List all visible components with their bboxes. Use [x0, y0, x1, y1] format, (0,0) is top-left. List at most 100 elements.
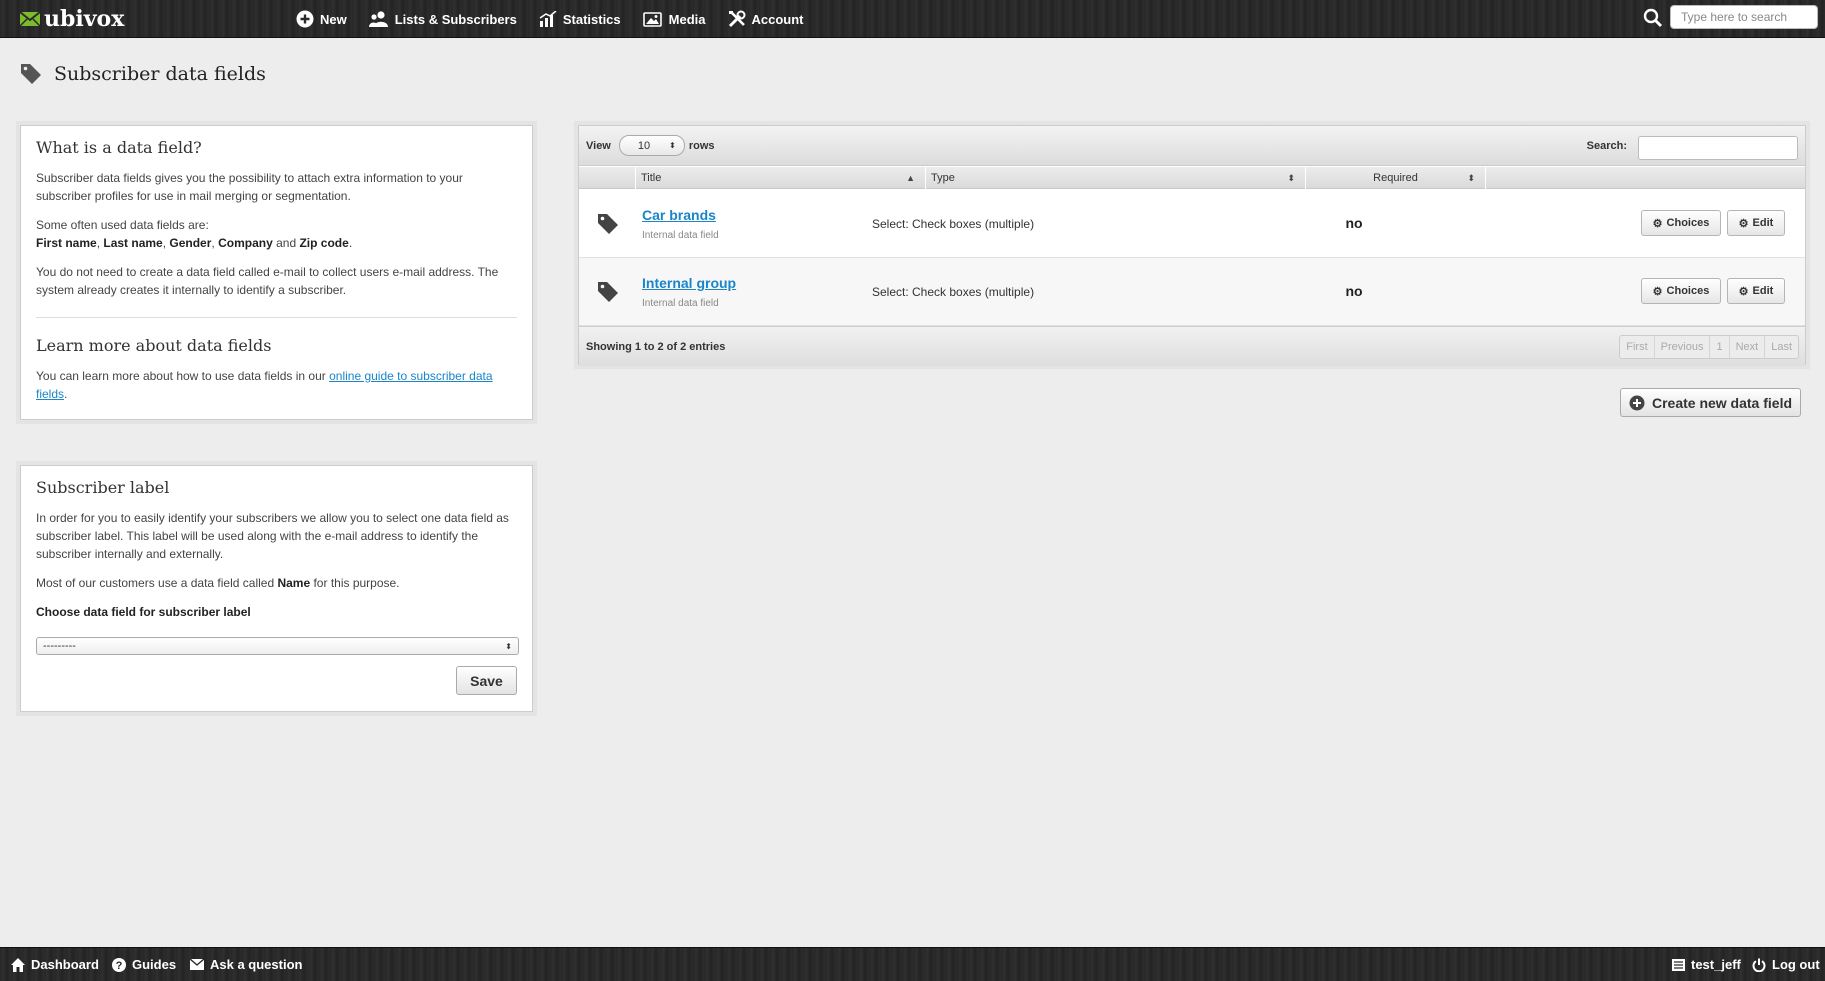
- footer-logout-label: Log out: [1772, 957, 1820, 972]
- pager-previous[interactable]: Previous: [1655, 336, 1711, 358]
- row-subtitle: Internal data field: [642, 230, 719, 241]
- info-paragraph-1: Subscriber data fields gives you the pos…: [36, 171, 463, 203]
- subscriber-label-select[interactable]: --------- ⬍: [36, 637, 519, 655]
- rows-per-page-select[interactable]: 10 ⬍: [618, 135, 685, 156]
- nav-media[interactable]: Media: [642, 11, 706, 27]
- select-arrows-icon: ⬍: [669, 141, 676, 150]
- row-subtitle: Internal data field: [642, 298, 719, 309]
- create-label: Create new data field: [1651, 394, 1793, 411]
- choices-label: Choices: [1666, 285, 1710, 297]
- choose-label: Choose data field for subscriber label: [36, 605, 251, 619]
- th-icon: [579, 167, 636, 189]
- table-toolbar: View 10 ⬍ rows Search:: [579, 126, 1805, 166]
- pager-last[interactable]: Last: [1765, 336, 1798, 358]
- info-panel: What is a data field? Subscriber data fi…: [20, 125, 533, 420]
- footer-dashboard[interactable]: Dashboard: [11, 957, 99, 972]
- row-required: no: [1345, 283, 1363, 299]
- info-paragraph-2: Some often used data fields are: First n…: [36, 216, 517, 252]
- field-company: Company: [218, 236, 273, 250]
- subscriber-label-panel: Subscriber label In order for you to eas…: [20, 465, 533, 712]
- users-icon: [368, 11, 388, 27]
- tag-icon: [21, 64, 41, 84]
- th-title-label: Title: [641, 172, 662, 184]
- nav-new-label: New: [320, 11, 347, 27]
- data-fields-table-panel: View 10 ⬍ rows Search: Title ▲ Type ⬍ Re…: [578, 125, 1806, 366]
- rows-label: rows: [688, 139, 715, 152]
- footer-ask-question[interactable]: Ask a question: [190, 957, 302, 972]
- row-title-link[interactable]: Internal group: [642, 275, 736, 291]
- table-info: Showing 1 to 2 of 2 entries: [586, 340, 726, 353]
- edit-button[interactable]: ⚙ Edit: [1727, 278, 1785, 304]
- table-row: Car brands Internal data field Select: C…: [579, 190, 1805, 258]
- nav-statistics-label: Statistics: [562, 11, 621, 27]
- row-required: no: [1345, 215, 1363, 231]
- logo[interactable]: ubivox: [20, 5, 124, 33]
- info-heading: What is a data field?: [36, 138, 202, 157]
- tag-icon: [598, 282, 618, 302]
- plus-circle-icon: [296, 10, 314, 28]
- th-type-label: Type: [931, 172, 955, 184]
- global-search-input[interactable]: [1670, 5, 1818, 29]
- row-title-link[interactable]: Car brands: [642, 207, 716, 223]
- footer-bar: Dashboard ? Guides Ask a question test_j…: [0, 947, 1825, 981]
- logo-text: ubivox: [44, 6, 125, 32]
- row-type: Select: Check boxes (multiple): [872, 285, 1035, 299]
- footer-guides[interactable]: ? Guides: [112, 957, 176, 972]
- divider: [36, 317, 517, 318]
- create-new-data-field-button[interactable]: Create new data field: [1620, 388, 1801, 417]
- plus-circle-icon: [1629, 395, 1645, 410]
- rows-value: 10: [637, 139, 651, 152]
- pager-first[interactable]: First: [1620, 336, 1655, 358]
- choices-button[interactable]: ⚙ Choices: [1641, 210, 1721, 236]
- pager-page-1[interactable]: 1: [1710, 336, 1730, 358]
- learn-end: .: [64, 387, 68, 401]
- pagination: First Previous 1 Next Last: [1619, 335, 1799, 359]
- tag-icon: [598, 214, 618, 234]
- envelope-logo-icon: [20, 11, 40, 27]
- field-first-name: First name: [36, 236, 97, 250]
- nav-lists-subscribers[interactable]: Lists & Subscribers: [368, 11, 517, 27]
- th-title[interactable]: Title ▲: [636, 167, 926, 189]
- nav-account[interactable]: Account: [728, 10, 804, 28]
- learn-text: You can learn more about how to use data…: [36, 369, 330, 383]
- choices-label: Choices: [1666, 217, 1710, 229]
- save-button[interactable]: Save: [456, 666, 517, 695]
- label-heading: Subscriber label: [36, 478, 170, 497]
- choose-label-wrap: Choose data field for subscriber label: [36, 603, 517, 621]
- sort-asc-icon: ▲: [906, 173, 915, 183]
- sort-both-icon: ⬍: [1287, 173, 1295, 183]
- power-icon: [1752, 958, 1766, 972]
- page-title: Subscriber data fields: [20, 62, 266, 86]
- th-required[interactable]: Required ⬍: [1306, 167, 1486, 189]
- table-row: Internal group Internal data field Selec…: [579, 258, 1805, 326]
- search-icon[interactable]: [1643, 8, 1663, 28]
- svg-text:?: ?: [116, 960, 123, 972]
- learn-heading: Learn more about data fields: [36, 336, 272, 355]
- learn-paragraph: You can learn more about how to use data…: [36, 367, 517, 403]
- pager-next[interactable]: Next: [1730, 336, 1766, 358]
- label-p2-before: Most of our customers use a data field c…: [36, 576, 278, 590]
- nav-new[interactable]: New: [296, 10, 347, 28]
- label-paragraph-2: Most of our customers use a data field c…: [36, 574, 517, 592]
- row-type: Select: Check boxes (multiple): [872, 217, 1035, 231]
- tools-icon: [728, 10, 745, 28]
- field-gender: Gender: [169, 236, 212, 250]
- th-type[interactable]: Type ⬍: [926, 167, 1306, 189]
- footer-dashboard-label: Dashboard: [31, 957, 99, 972]
- main-nav: New Lists & Subscribers Statistics Media…: [296, 0, 826, 38]
- table-search-input[interactable]: [1638, 136, 1798, 160]
- choices-button[interactable]: ⚙ Choices: [1641, 278, 1721, 304]
- page-title-text: Subscriber data fields: [54, 63, 266, 85]
- select-value: ---------: [43, 640, 76, 652]
- gear-icon: ⚙: [1652, 217, 1663, 230]
- footer-guides-label: Guides: [132, 957, 177, 972]
- nav-statistics[interactable]: Statistics: [539, 11, 621, 27]
- nav-lists-label: Lists & Subscribers: [394, 11, 517, 27]
- top-bar: ubivox New Lists & Subscribers Statistic…: [0, 0, 1825, 38]
- footer-logout[interactable]: Log out: [1752, 957, 1820, 972]
- footer-user[interactable]: test_jeff: [1672, 957, 1741, 972]
- edit-button[interactable]: ⚙ Edit: [1727, 210, 1785, 236]
- chart-icon: [539, 11, 557, 27]
- gear-icon: ⚙: [1738, 285, 1749, 298]
- table-search-label: Search:: [1586, 140, 1627, 152]
